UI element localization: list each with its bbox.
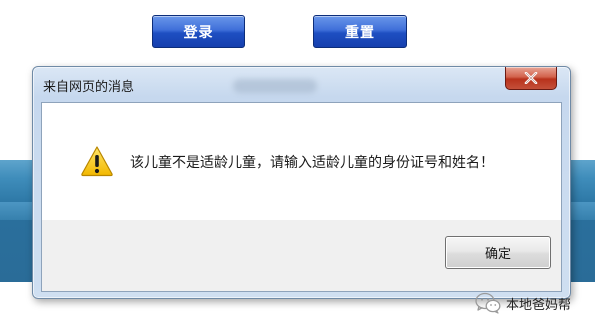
reset-button[interactable]: 重置 <box>313 15 407 48</box>
message-area: 该儿童不是适龄儿童，请输入适龄儿童的身份证号和姓名！ <box>42 103 561 220</box>
watermark-text: 本地爸妈帮 <box>506 297 572 313</box>
watermark: 本地爸妈帮 <box>475 292 571 314</box>
alert-message: 该儿童不是适龄儿童，请输入适龄儿童的身份证号和姓名！ <box>130 155 494 171</box>
dialog-body: 该儿童不是适龄儿童，请输入适龄儿童的身份证号和姓名！ 确定 <box>41 102 562 292</box>
blurred-title-region <box>233 79 317 93</box>
ok-button[interactable]: 确定 <box>445 236 551 269</box>
close-button[interactable] <box>505 67 557 90</box>
wechat-icon <box>475 292 501 314</box>
warning-icon <box>81 146 113 177</box>
alert-dialog: 来自网页的消息 该儿童不是适龄儿童，请输入适龄儿童的身份证号和姓名！ 确定 <box>32 66 571 299</box>
dialog-title-bar[interactable]: 来自网页的消息 <box>33 67 570 103</box>
dialog-title: 来自网页的消息 <box>43 80 135 95</box>
login-button[interactable]: 登录 <box>152 15 245 48</box>
close-icon <box>524 72 538 84</box>
